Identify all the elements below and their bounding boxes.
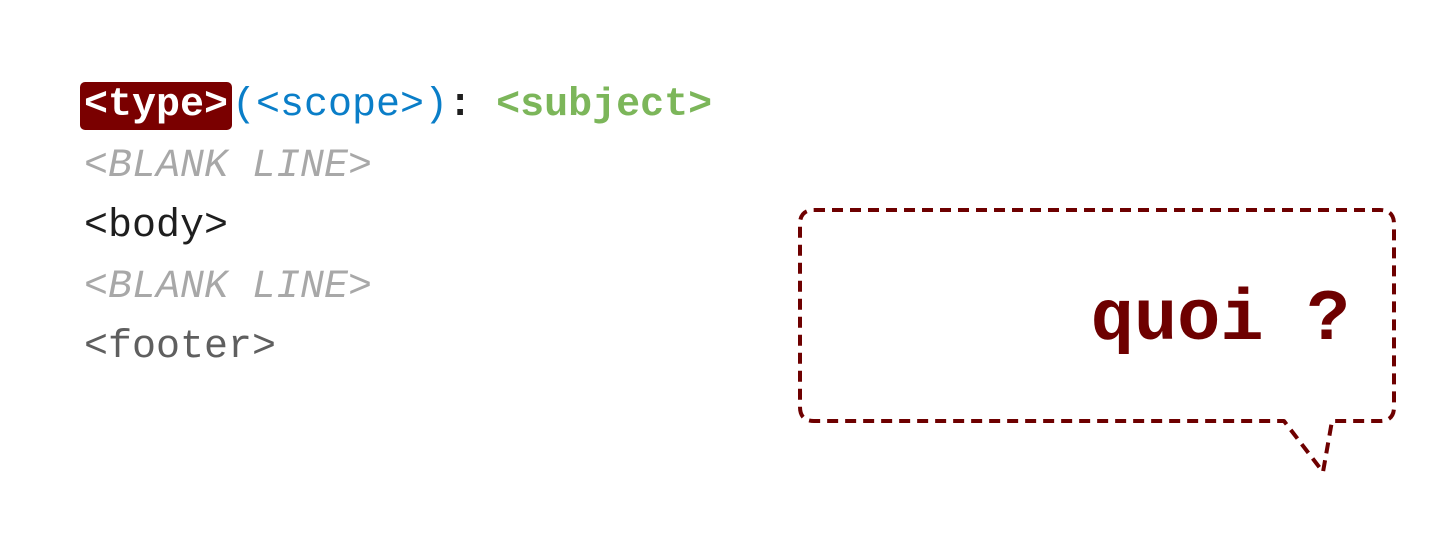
callout-text: quoi ? [1090, 279, 1350, 361]
